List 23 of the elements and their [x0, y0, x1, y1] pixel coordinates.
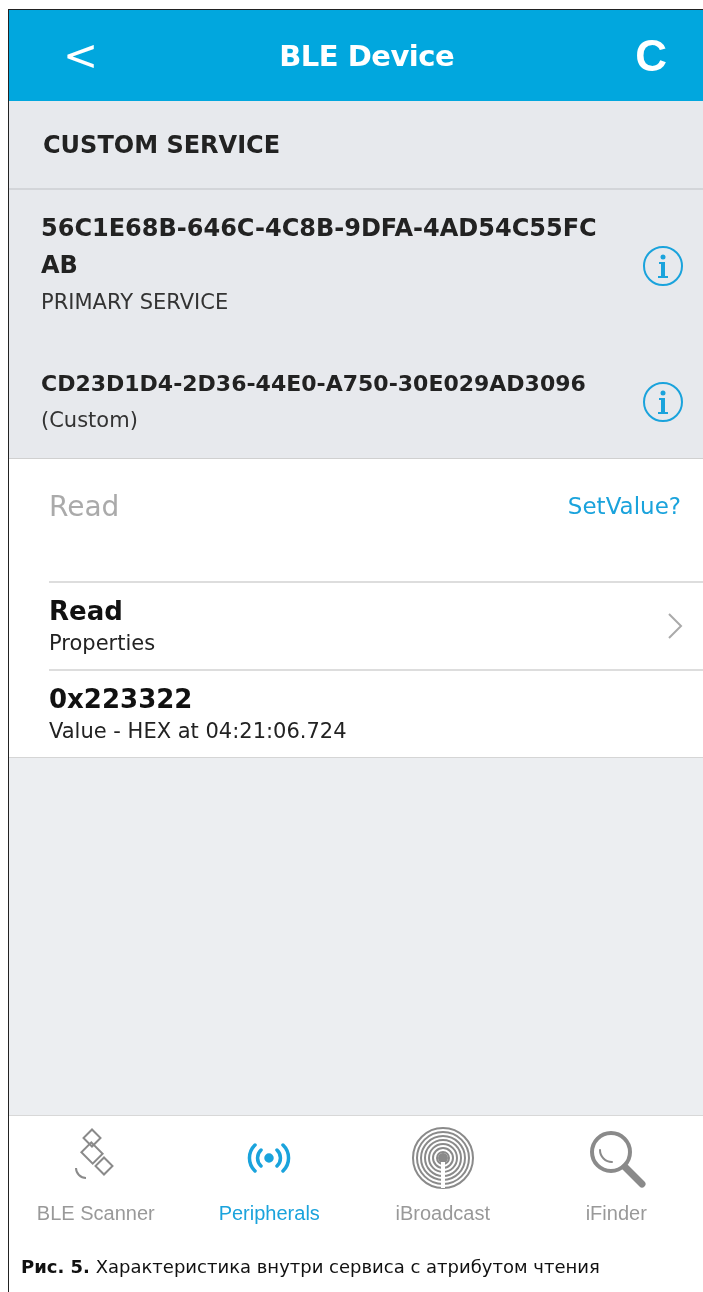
read-label: Read: [49, 489, 120, 523]
set-value-link[interactable]: SetValue?: [567, 493, 681, 519]
info-icon[interactable]: [641, 243, 685, 288]
chevron-icon[interactable]: [667, 612, 683, 640]
row-title: 0x223322: [49, 683, 194, 716]
service-type: (Custom): [41, 407, 139, 434]
row-subtitle: Value - HEX at 04:21:06.724: [49, 718, 347, 745]
screen-title: BLE Device: [279, 38, 455, 73]
service-uuid: CD23D1D4-2D36-44E0-A750-30E029AD3096: [41, 370, 587, 398]
tab[interactable]: Peripherals: [182, 1116, 356, 1241]
info-icon[interactable]: [641, 380, 685, 424]
row-subtitle: Properties: [49, 630, 156, 657]
figure-caption: Рис. 5. Характеристика внутри сервиса с атрибутом чтения: [20, 1255, 601, 1279]
tab[interactable]: BLE Scanner: [9, 1116, 183, 1241]
row-title: Read: [49, 595, 124, 628]
tab[interactable]: iBroadcast: [356, 1116, 530, 1241]
service-uuid: 56C1E68B-646C-4C8B-9DFA-4AD54C55FCAB: [41, 213, 598, 281]
back-button[interactable]: <: [63, 31, 99, 80]
concentric-rings-icon: [410, 1126, 475, 1190]
service-type: PRIMARY SERVICE: [41, 289, 230, 316]
section-title: CUSTOM SERVICE: [9, 101, 703, 190]
refresh-button[interactable]: C: [635, 30, 667, 81]
tab[interactable]: iFinder: [529, 1116, 703, 1241]
